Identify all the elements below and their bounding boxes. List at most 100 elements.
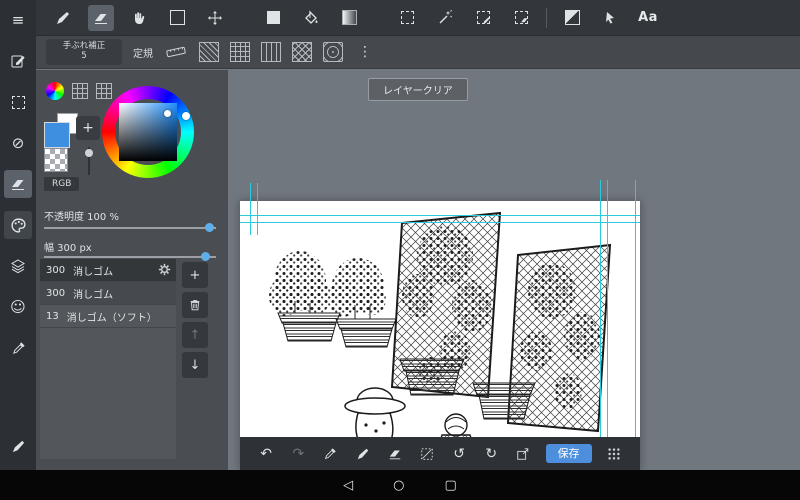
foreground-color-swatch[interactable] [44,122,70,148]
save-button[interactable]: 保存 [545,444,592,463]
eraser-icon [95,13,107,24]
bucket-tool[interactable] [298,5,324,31]
text-tool[interactable]: Aa [635,5,661,31]
trash-icon [190,300,200,311]
brush-list-item[interactable]: 300 消しゴム [40,282,176,305]
square-outline-icon [169,10,185,25]
eyedropper-button[interactable] [320,444,340,464]
redo-button[interactable]: ↷ [288,444,308,464]
brush-size: 300 [46,264,66,276]
pen-tool[interactable] [50,5,76,31]
rotate-cw-button[interactable]: ↻ [481,444,501,464]
rotate-ccw-button[interactable]: ↺ [449,444,469,464]
alpha-slider[interactable] [85,147,93,175]
add-color-button[interactable]: + [76,116,100,140]
sidebar-eraser-icon[interactable] [4,170,32,198]
planter-trellis-1 [399,358,465,396]
ruler-button[interactable] [164,40,188,64]
ruler-parallel-button[interactable] [199,42,219,62]
color-grid-tab-icon[interactable] [72,83,88,99]
brush-size: 300 [46,287,66,299]
brush-size: 13 [46,310,59,322]
nav-back-button[interactable]: ◁ [343,478,353,493]
color-set-tab-icon[interactable] [96,83,112,99]
ruler-crosshatch-button[interactable] [292,42,312,62]
palette-svg [10,217,26,233]
nav-home-button[interactable]: ○ [393,478,404,493]
delete-brush-button[interactable] [182,292,208,318]
width-slider-handle[interactable] [201,252,210,261]
move-brush-down-button[interactable]: ↓ [182,352,208,378]
palette-icon[interactable] [4,211,32,239]
shape-tool[interactable] [164,5,190,31]
operation-tool[interactable] [597,5,623,31]
bushes [269,251,386,319]
gallery-grid-button[interactable] [604,444,624,464]
opacity-slider[interactable] [44,223,216,232]
width-label: 幅 300 px [44,243,92,254]
deselect-button[interactable] [417,444,437,464]
add-brush-button[interactable]: + [182,262,208,288]
export-button[interactable] [513,444,533,464]
color-wheel-tab-icon[interactable] [46,82,64,100]
select-pen-icon [476,11,490,24]
brush-settings-gear-icon[interactable] [157,262,172,280]
second-toolbar: 手ぶれ補正 5 定規 ⋮ [36,36,800,69]
guide-line [240,215,640,216]
drawing-canvas[interactable] [240,201,640,470]
opacity-label: 不透明度 100 % [44,212,119,223]
fill-rect-tool[interactable] [260,5,286,31]
brush-list-item[interactable]: 13 消しゴム（ソフト） [40,305,176,328]
eraser-button[interactable] [385,444,405,464]
hue-marker[interactable] [182,112,190,120]
tone-tool[interactable] [559,5,585,31]
overflow-menu-button[interactable]: ⋮ [354,44,376,60]
eyedropper-icon [325,447,337,459]
magic-wand-tool[interactable] [432,5,458,31]
ruler-concentric-button[interactable] [323,42,343,62]
edit-icon[interactable] [4,47,32,75]
eraser-tool[interactable] [88,4,114,31]
brush-name: 消しゴム [73,289,114,301]
ruler-icon [166,46,186,58]
pen-icon [57,11,69,24]
layers-icon[interactable] [4,252,32,280]
bucket-icon [305,9,318,24]
select-tool[interactable] [394,5,420,31]
rgb-mode-button[interactable]: RGB [44,177,80,191]
select-pen-tool[interactable] [470,5,496,31]
transparent-color-swatch[interactable] [44,148,68,172]
select-icon[interactable] [4,88,32,116]
layers-svg [11,259,25,274]
hand-icon [135,11,145,24]
layer-clear-toast[interactable]: レイヤークリア [368,78,468,101]
move-tool[interactable] [202,5,228,31]
deselect-icon [421,447,433,460]
menu-icon[interactable]: ≡ [4,6,32,34]
material-off-icon[interactable]: ⊘ [4,129,32,157]
pen-button[interactable] [353,444,373,464]
smiley-glyph: ☺ [10,298,26,316]
face-icon[interactable]: ☺ [4,293,32,321]
color-wheel[interactable] [102,86,194,178]
top-toolbar: Aa [36,0,800,36]
eyedropper-icon[interactable] [4,334,32,362]
ruler-vertical-button[interactable] [261,42,281,62]
floating-toolbar: ↶ ↷ ↺ ↻ 保存 [240,437,640,470]
stabilizer-box[interactable]: 手ぶれ補正 5 [46,39,122,65]
sv-marker[interactable] [164,110,171,117]
filled-square-icon [266,11,280,24]
nav-recent-button[interactable]: ▢ [445,478,457,493]
undo-button[interactable]: ↶ [256,444,276,464]
ruler-grid-button[interactable] [230,42,250,62]
hand-tool[interactable] [126,5,152,31]
brush-list-item[interactable]: 300 消しゴム [40,259,176,282]
brush-icon[interactable] [4,432,32,460]
ruler-label: 定規 [133,48,153,60]
width-slider[interactable] [44,252,216,261]
move-brush-up-button[interactable]: ↑ [182,322,208,348]
gradient-tool[interactable] [336,5,362,31]
select-eraser-tool[interactable] [508,5,534,31]
alpha-slider-handle[interactable] [85,149,93,157]
opacity-slider-handle[interactable] [205,223,214,232]
